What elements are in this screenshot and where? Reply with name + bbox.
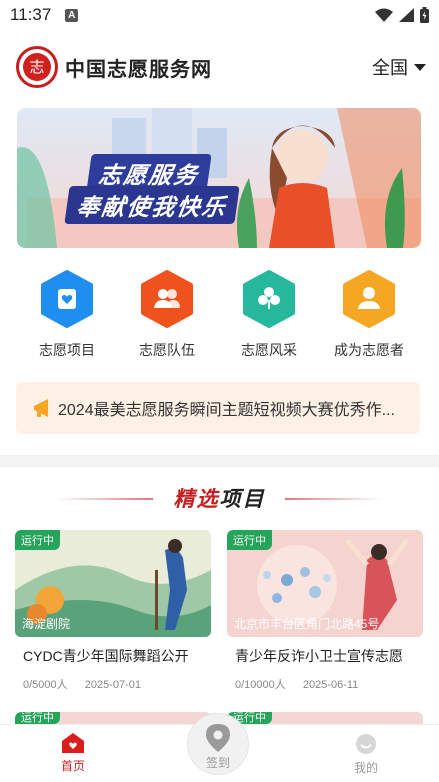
- app-header: 志 中国志愿服务网 全国: [16, 44, 426, 90]
- project-card-partial[interactable]: 运行中: [15, 712, 211, 724]
- bottom-tab-bar: 首页 签到 我的: [0, 713, 439, 782]
- caret-down-icon: [414, 63, 426, 71]
- signal-icon: [399, 8, 414, 22]
- banner-illustration: [17, 108, 421, 248]
- quick-action-label: 志愿项目: [39, 342, 95, 358]
- project-card-partial[interactable]: 运行中: [227, 712, 423, 724]
- quick-action-label: 成为志愿者: [334, 342, 404, 358]
- project-card[interactable]: 运行中 海淀剧院 CYDC青少年国际舞蹈公开 0/5000人 2025-07-0…: [15, 530, 211, 692]
- notice-text: 2024最美志愿服务瞬间主题短视频大赛优秀作...: [58, 402, 395, 419]
- status-indicators: [375, 7, 429, 23]
- clover-icon: [242, 270, 296, 328]
- logo-glyph: 志: [23, 53, 51, 81]
- tab-home-label: 首页: [60, 759, 85, 773]
- region-selector[interactable]: 全国: [372, 54, 426, 80]
- app-title: 中国志愿服务网: [65, 58, 212, 81]
- banner-subheadline: 奉献使我快乐: [64, 186, 240, 224]
- status-badge: 运行中: [227, 530, 272, 550]
- heart-card-icon: [40, 270, 94, 328]
- quick-action-teams[interactable]: 志愿队伍: [122, 270, 212, 360]
- project-card[interactable]: 运行中 北京市丰台区角门北路45号 青少年反诈小卫士宣传志愿 0/10000人 …: [227, 530, 423, 692]
- top-section: 志 中国志愿服务网 全国 志愿服务 奉献使我快乐 志愿项目 志愿队伍 志愿风采 …: [0, 30, 439, 455]
- smiley-icon: [356, 734, 376, 754]
- project-meta: 0/5000人 2025-07-01: [15, 676, 211, 692]
- quick-action-label: 志愿风采: [241, 342, 297, 358]
- home-icon: [62, 733, 84, 753]
- notice-bar[interactable]: 2024最美志愿服务瞬间主题短视频大赛优秀作...: [16, 382, 420, 434]
- status-badge: 运行中: [15, 712, 60, 724]
- section-title-rest: 项目: [219, 488, 266, 511]
- notification-icon: A: [65, 8, 79, 22]
- quick-action-become-volunteer[interactable]: 成为志愿者: [324, 270, 414, 360]
- status-badge: 运行中: [15, 530, 60, 550]
- project-image: 运行中 海淀剧院: [15, 530, 211, 637]
- section-title: 精选项目: [0, 483, 439, 513]
- project-meta: 0/10000人 2025-06-11: [227, 676, 423, 692]
- region-label: 全国: [372, 58, 408, 78]
- quick-action-projects[interactable]: 志愿项目: [22, 270, 112, 360]
- status-bar: 11:37 A: [0, 0, 439, 30]
- tab-mine[interactable]: 我的: [326, 733, 406, 776]
- project-date: 2025-06-11: [302, 679, 359, 691]
- location-pin-icon: [206, 724, 230, 752]
- wifi-icon: [375, 8, 393, 22]
- tab-mine-label: 我的: [353, 761, 378, 775]
- status-time: 11:37: [10, 5, 52, 24]
- signin-button[interactable]: 签到: [187, 713, 249, 775]
- project-title: CYDC青少年国际舞蹈公开: [23, 648, 189, 664]
- quick-actions: 志愿项目 志愿队伍 志愿风采 成为志愿者: [0, 270, 439, 365]
- featured-projects: 精选项目 运行中 海淀剧院 CYDC青少年国际舞蹈公开 0/5000人 2025…: [0, 467, 439, 727]
- project-location: 海淀剧院: [22, 617, 71, 631]
- project-participants: 0/5000人: [23, 679, 68, 691]
- signin-label: 签到: [205, 756, 230, 770]
- tab-home[interactable]: 首页: [33, 733, 113, 774]
- project-date: 2025-07-01: [84, 679, 141, 691]
- promo-banner[interactable]: 志愿服务 奉献使我快乐: [17, 108, 421, 248]
- project-location: 北京市丰台区角门北路45号: [234, 617, 380, 631]
- project-title: 青少年反诈小卫士宣传志愿: [235, 648, 403, 664]
- battery-icon: [420, 7, 429, 23]
- project-participants: 0/10000人: [235, 679, 286, 691]
- project-image: 运行中 北京市丰台区角门北路45号: [227, 530, 423, 637]
- section-title-highlight: 精选: [173, 488, 220, 511]
- megaphone-icon: [34, 399, 48, 417]
- team-icon: [140, 270, 194, 328]
- person-add-icon: [342, 270, 396, 328]
- app-logo: 志: [16, 46, 58, 88]
- quick-action-showcase[interactable]: 志愿风采: [224, 270, 314, 360]
- quick-action-label: 志愿队伍: [139, 342, 195, 358]
